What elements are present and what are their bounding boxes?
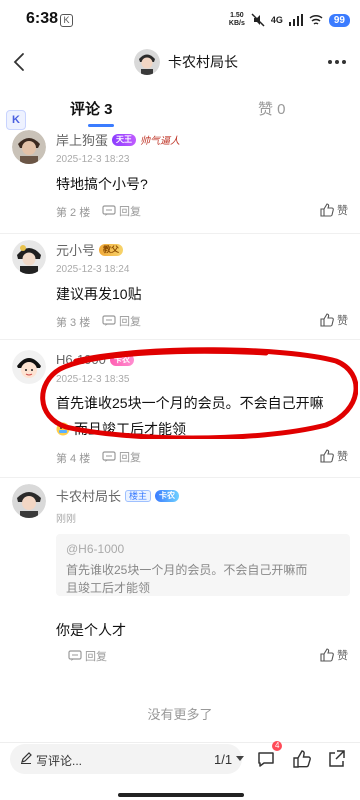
author-avatar bbox=[134, 49, 160, 75]
user-level-badge: 天王 bbox=[112, 133, 137, 146]
user-signature: 帅气逼人 bbox=[140, 136, 181, 147]
comment-text[interactable]: 特地搞个小号? bbox=[56, 174, 148, 194]
reply-label: 回复 bbox=[85, 651, 107, 663]
notification-badge: 4 bbox=[272, 741, 283, 751]
comment-username[interactable]: 岸上狗蛋 天王 帅气逼人 bbox=[56, 130, 180, 149]
end-of-list-text: 没有更多了 bbox=[147, 707, 213, 722]
battery-icon: 99 bbox=[328, 13, 350, 27]
post-author[interactable]: 卡农村局长 bbox=[134, 49, 238, 75]
username-text: 卡农村局长 bbox=[56, 489, 122, 504]
thumbs-up-icon[interactable] bbox=[292, 749, 312, 769]
quoted-text-line2: 且竣工后才能领 bbox=[66, 581, 151, 595]
comment-item: H6-1000 卡农 2025-12-3 18:35 首先谁收25块一个月的会员… bbox=[0, 340, 360, 478]
user-avatar[interactable] bbox=[12, 240, 46, 274]
page-indicator[interactable]: 1/1 bbox=[214, 752, 232, 767]
comment-tabs: 评论 3 赞 0 bbox=[0, 92, 360, 127]
status-right: 1.50 KB/s 4G 99 bbox=[229, 11, 350, 29]
status-time: 6:38 bbox=[26, 10, 59, 27]
comment-username[interactable]: 卡农村局长 楼主 卡农 bbox=[56, 486, 180, 505]
floor-number: 第 4 楼 bbox=[56, 453, 91, 465]
comment-username[interactable]: 元小号 教父 bbox=[56, 240, 124, 259]
signal-icon bbox=[288, 14, 303, 26]
like-button[interactable]: 赞 bbox=[320, 312, 348, 328]
like-button[interactable]: 赞 bbox=[320, 202, 348, 218]
floor-number: 第 2 楼 bbox=[56, 207, 91, 219]
user-level-badge: 卡农 bbox=[109, 353, 134, 366]
network-speed: 1.50 KB/s bbox=[229, 12, 245, 28]
tab-comments[interactable]: 评论 3 bbox=[70, 98, 113, 119]
home-indicator bbox=[118, 793, 244, 797]
comment-item: 岸上狗蛋 天王 帅气逼人 2025-12-3 18:23 特地搞个小号? 第 2… bbox=[0, 126, 360, 234]
thumbs-up-icon bbox=[320, 449, 334, 463]
pencil-icon bbox=[21, 752, 32, 764]
like-label: 赞 bbox=[337, 315, 348, 327]
like-button[interactable]: 赞 bbox=[320, 448, 348, 464]
user-avatar[interactable] bbox=[12, 130, 46, 164]
reply-button[interactable]: 回复 bbox=[68, 648, 107, 664]
user-level-badge: 教父 bbox=[99, 243, 124, 256]
comment-bubble-icon bbox=[102, 205, 116, 216]
network-type: 4G bbox=[270, 15, 283, 25]
user-avatar[interactable] bbox=[12, 350, 46, 384]
chevron-down-icon[interactable] bbox=[236, 756, 244, 761]
username-text: H6-1000 bbox=[56, 352, 106, 367]
like-label: 赞 bbox=[337, 205, 348, 217]
comment-text[interactable]: 你是个人才 bbox=[56, 620, 126, 640]
comment-text-line2[interactable]: 而且竣工后才能领 bbox=[56, 419, 186, 439]
tab-likes[interactable]: 赞 0 bbox=[258, 98, 286, 119]
reply-label: 回复 bbox=[119, 316, 141, 328]
author-name: 卡农村局长 bbox=[168, 54, 238, 70]
quoted-comment[interactable]: @H6-1000 首先谁收25块一个月的会员。不会自己开嘛而 且竣工后才能领 bbox=[56, 534, 350, 596]
reply-button[interactable]: 回复 bbox=[102, 449, 141, 465]
comment-bubble-icon bbox=[102, 315, 116, 326]
comment-text-line2-text: 而且竣工后才能领 bbox=[74, 421, 186, 437]
floor-number: 第 3 楼 bbox=[56, 317, 91, 329]
app-notification-icon: K bbox=[60, 14, 73, 27]
comment-item: 元小号 教父 2025-12-3 18:24 建议再发10贴 第 3 楼 回复 … bbox=[0, 234, 360, 340]
username-text: 岸上狗蛋 bbox=[56, 133, 109, 148]
like-button[interactable]: 赞 bbox=[320, 647, 348, 663]
thumbs-up-icon bbox=[320, 313, 334, 327]
op-badge: 楼主 bbox=[125, 489, 152, 502]
thumbs-up-icon bbox=[320, 648, 334, 662]
reply-label: 回复 bbox=[119, 452, 141, 464]
network-speed-unit: KB/s bbox=[228, 20, 245, 27]
user-level-badge: 卡农 bbox=[155, 489, 180, 502]
more-options-icon[interactable] bbox=[328, 60, 346, 64]
comment-time: 2025-12-3 18:35 bbox=[56, 374, 130, 385]
wifi-icon bbox=[309, 14, 323, 25]
username-text: 元小号 bbox=[56, 243, 96, 258]
comment-bubble-icon bbox=[68, 650, 82, 661]
comment-feed: 岸上狗蛋 天王 帅气逼人 2025-12-3 18:23 特地搞个小号? 第 2… bbox=[0, 126, 360, 742]
back-arrow-icon[interactable] bbox=[8, 50, 32, 74]
comment-time: 2025-12-3 18:23 bbox=[56, 154, 130, 165]
quoted-username: @H6-1000 bbox=[66, 542, 125, 556]
emoji-icon bbox=[56, 422, 70, 436]
quoted-text: 首先谁收25块一个月的会员。不会自己开嘛而 且竣工后才能领 bbox=[66, 561, 340, 597]
bottom-bar: 写评论... 1/1 4 bbox=[0, 741, 360, 800]
mute-icon bbox=[251, 13, 265, 27]
share-icon[interactable] bbox=[326, 749, 346, 769]
comment-time: 刚刚 bbox=[56, 514, 76, 525]
write-comment-label: 写评论... bbox=[36, 754, 83, 768]
top-bar: 卡农村局长 bbox=[0, 40, 360, 86]
comment-time: 2025-12-3 18:24 bbox=[56, 264, 130, 275]
comment-bubble-icon bbox=[102, 451, 116, 462]
status-bar: 6:38 K 1.50 KB/s 4G 99 bbox=[0, 0, 360, 40]
comments-icon[interactable] bbox=[256, 749, 276, 769]
network-speed-value: 1.50 bbox=[230, 12, 244, 19]
like-label: 赞 bbox=[337, 650, 348, 662]
comment-text-line1[interactable]: 首先谁收25块一个月的会员。不会自己开嘛 bbox=[56, 393, 324, 413]
reply-button[interactable]: 回复 bbox=[102, 313, 141, 329]
quoted-text-line1: 首先谁收25块一个月的会员。不会自己开嘛而 bbox=[66, 563, 308, 577]
comment-text[interactable]: 建议再发10贴 bbox=[56, 284, 142, 304]
reply-button[interactable]: 回复 bbox=[102, 203, 141, 219]
write-comment-input[interactable]: 写评论... 1/1 bbox=[10, 744, 244, 774]
reply-label: 回复 bbox=[119, 206, 141, 218]
like-label: 赞 bbox=[337, 451, 348, 463]
user-avatar[interactable] bbox=[12, 484, 46, 518]
thumbs-up-icon bbox=[320, 203, 334, 217]
comment-username[interactable]: H6-1000 卡农 bbox=[56, 352, 134, 367]
